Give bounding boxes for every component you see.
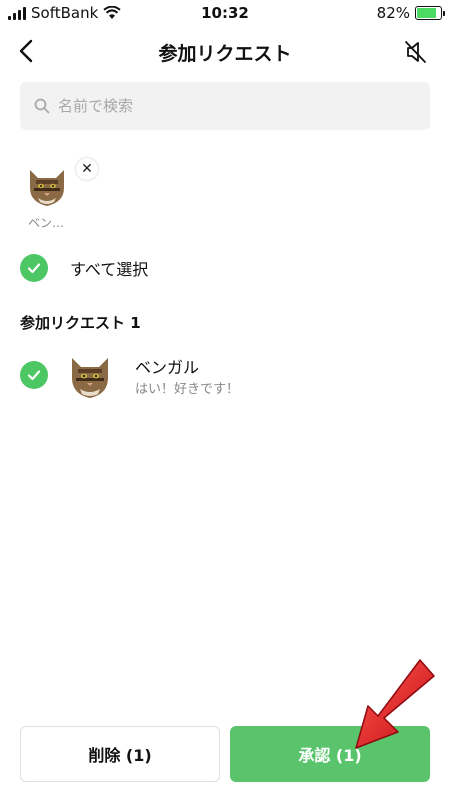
- request-checkbox[interactable]: [20, 361, 48, 389]
- avatar: [30, 170, 64, 206]
- search-bar[interactable]: [20, 82, 430, 130]
- battery-level: [417, 8, 436, 18]
- battery-icon: [415, 6, 445, 20]
- speaker-muted-icon: [405, 41, 426, 63]
- selected-member-name: ベン…: [28, 216, 65, 230]
- check-icon: [27, 370, 41, 381]
- section-title: 参加リクエスト 1: [20, 314, 141, 332]
- requester-name: ベンガル: [135, 358, 200, 377]
- select-all-row[interactable]: すべて選択: [20, 254, 148, 282]
- search-input[interactable]: [58, 97, 398, 115]
- remove-selected-button[interactable]: ✕: [76, 158, 98, 180]
- avatar: [72, 358, 108, 398]
- select-all-checkbox[interactable]: [20, 254, 48, 282]
- mute-button[interactable]: [400, 36, 432, 68]
- request-message: はい！好きです！: [135, 382, 240, 397]
- nav-header: 参加リクエスト: [0, 28, 450, 74]
- annotation-arrow-icon: [355, 659, 435, 749]
- status-bar: SoftBank 10:32 82%: [0, 0, 450, 26]
- delete-button[interactable]: 削除 (1): [20, 726, 220, 782]
- select-all-label: すべて選択: [70, 260, 149, 279]
- search-icon: [34, 98, 50, 114]
- selected-member-chip[interactable]: ✕ ベン…: [20, 158, 98, 234]
- battery-percent: 82%: [376, 4, 410, 22]
- close-icon: ✕: [81, 161, 93, 177]
- request-list-item[interactable]: ベンガル はい！好きです！: [20, 350, 430, 404]
- page-title: 参加リクエスト: [158, 43, 292, 65]
- check-icon: [27, 263, 41, 274]
